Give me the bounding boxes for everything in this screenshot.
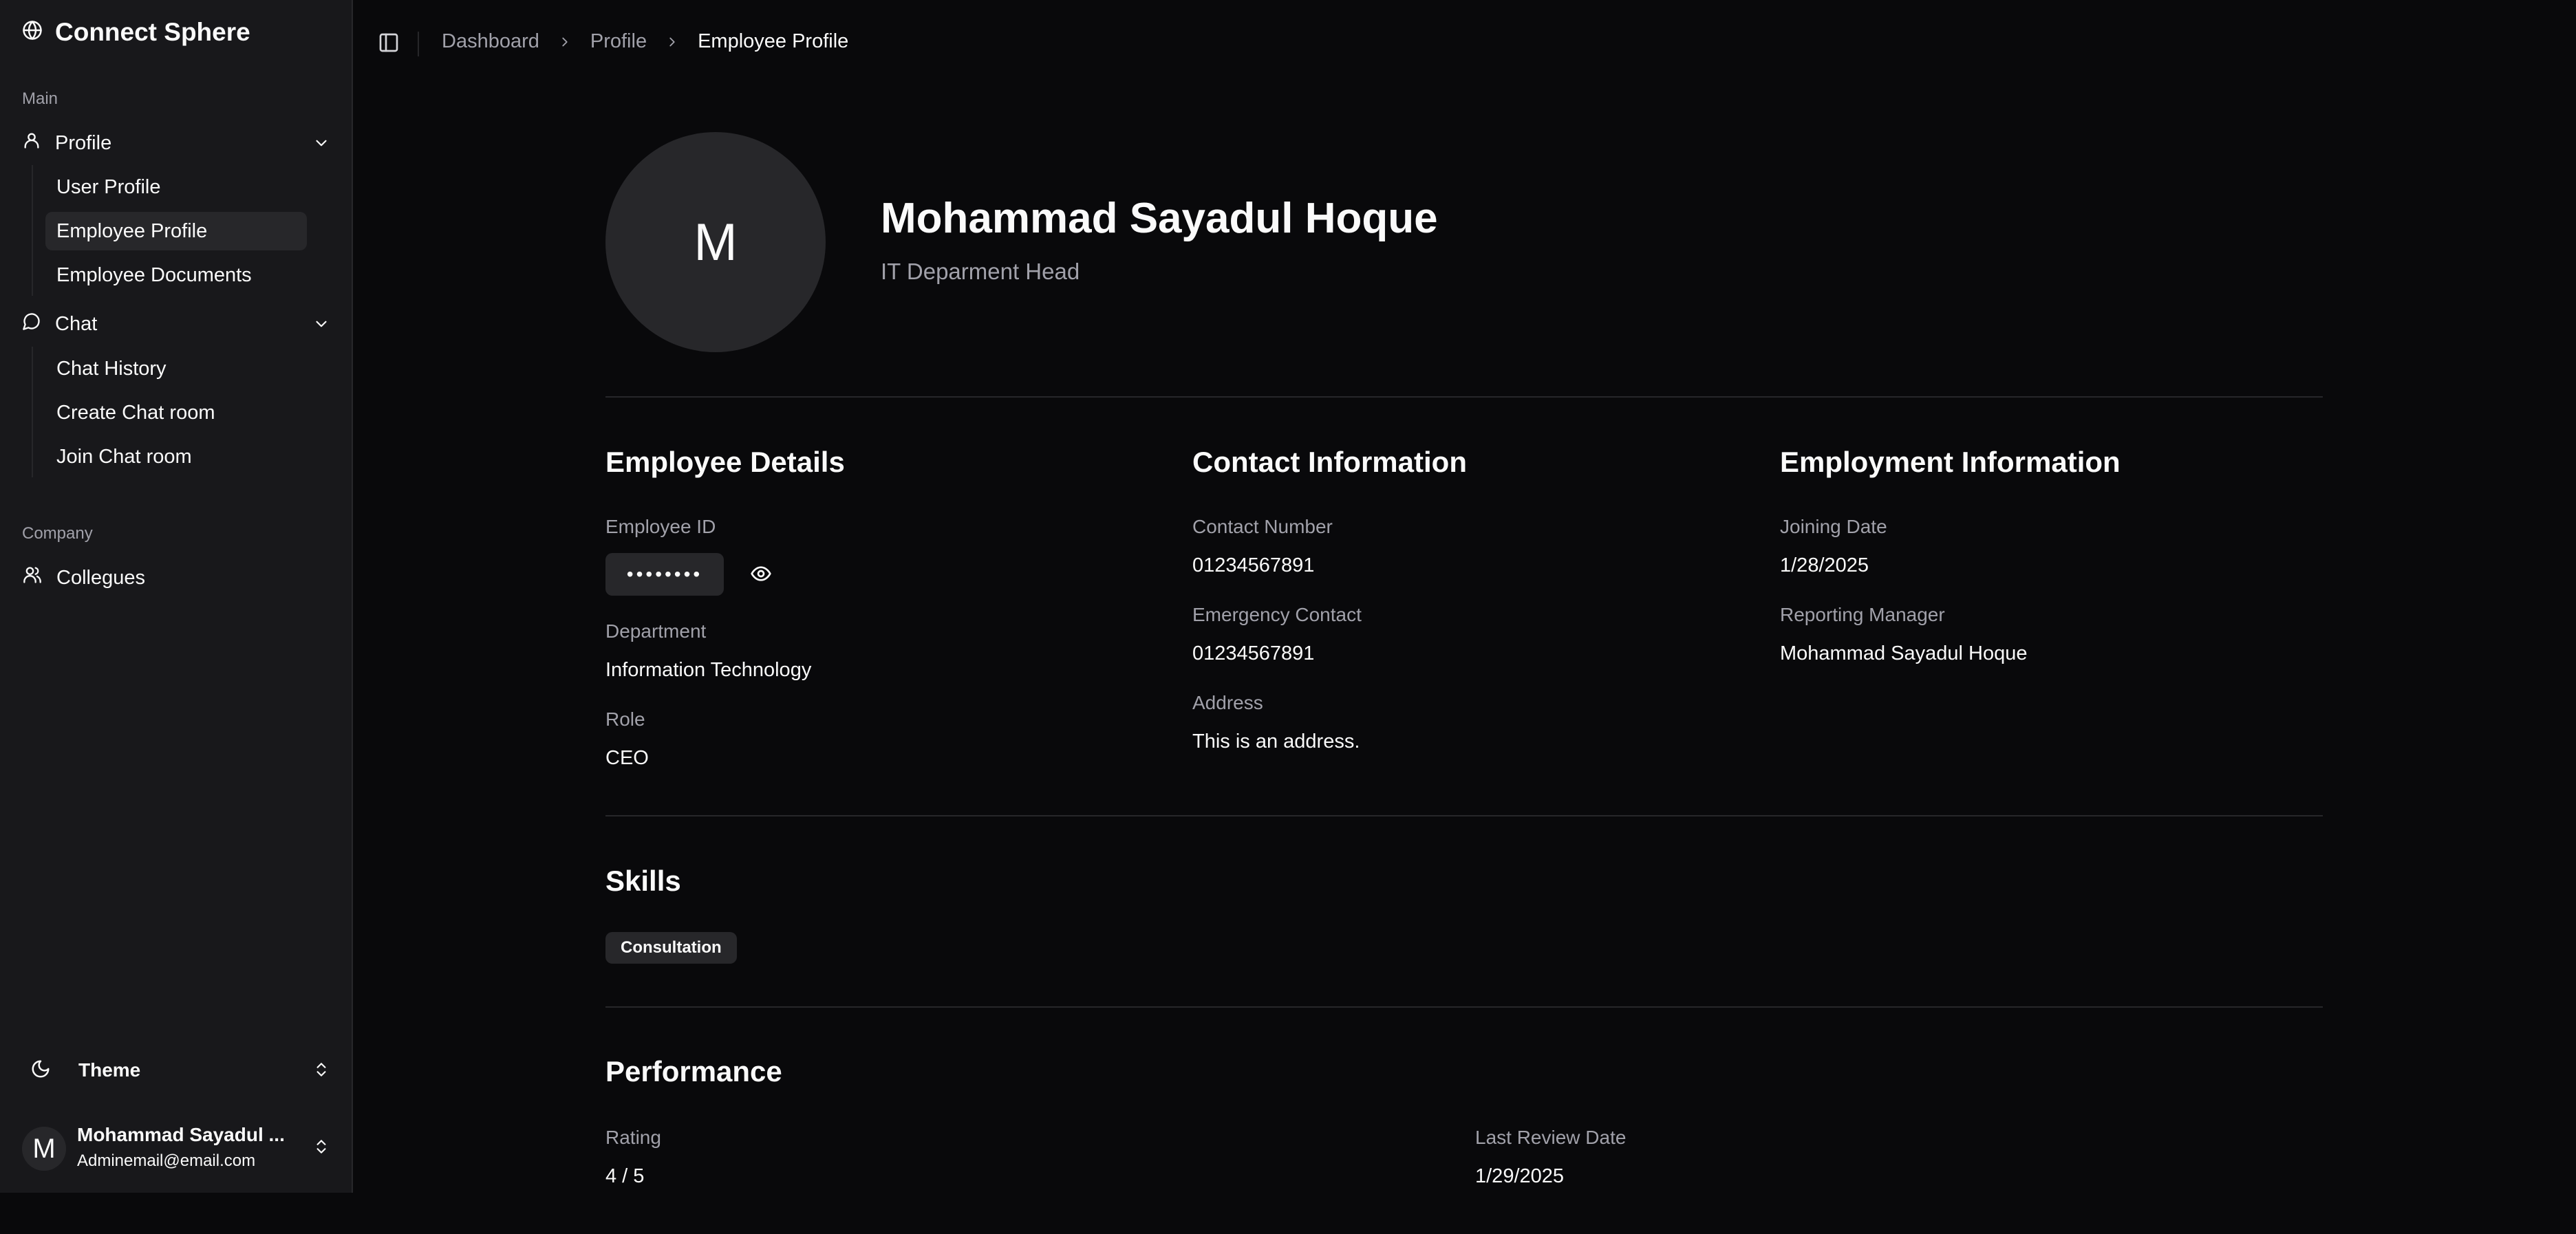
submenu-line [32, 347, 33, 477]
profile-title: IT Deparment Head [881, 259, 1080, 284]
chevron-down-icon [312, 315, 330, 338]
skills-heading: Skills [605, 865, 681, 897]
user-menu[interactable]: M Mohammad Sayadul ... Adminemail@email.… [22, 1123, 330, 1175]
sidebar-item-employee-profile[interactable]: Employee Profile [45, 212, 307, 250]
profile-name: Mohammad Sayadul Hoque [881, 195, 1438, 242]
user-name: Mohammad Sayadul ... [77, 1124, 285, 1145]
employee-id-label: Employee ID [605, 516, 716, 537]
nav-colleagues-label: Collegues [56, 566, 145, 589]
reporting-manager-label: Reporting Manager [1780, 604, 1945, 625]
last-review-date-value: 1/29/2025 [1475, 1165, 1565, 1187]
user-email: Adminemail@email.com [77, 1151, 256, 1170]
skill-badge: Consultation [605, 932, 737, 964]
moon-icon [30, 1059, 51, 1083]
sidebar: Connect Sphere Main Profile User Profile… [0, 0, 353, 1193]
contact-number-label: Contact Number [1192, 516, 1333, 537]
sidebar-toggle-icon[interactable] [378, 32, 400, 57]
nav-profile-label: Profile [55, 131, 112, 154]
nav-chat[interactable]: Chat [22, 306, 330, 342]
role-label: Role [605, 708, 645, 730]
users-icon [22, 565, 43, 590]
sidebar-item-chat-history[interactable]: Chat History [45, 349, 307, 388]
rating-label: Rating [605, 1127, 661, 1148]
theme-label: Theme [78, 1059, 141, 1081]
theme-switcher[interactable]: Theme [22, 1051, 330, 1090]
department-value: Information Technology [605, 659, 812, 681]
sidebar-item-employee-documents[interactable]: Employee Documents [45, 256, 307, 294]
divider [605, 396, 2323, 398]
address-value: This is an address. [1192, 730, 1360, 753]
joining-date-value: 1/28/2025 [1780, 554, 1869, 576]
employee-details-heading: Employee Details [605, 446, 845, 478]
breadcrumb-dashboard[interactable]: Dashboard [442, 30, 539, 53]
chevron-right-icon [557, 34, 572, 50]
avatar: M [22, 1127, 66, 1171]
chevrons-up-down-icon [312, 1136, 330, 1160]
reporting-manager-value: Mohammad Sayadul Hoque [1780, 642, 2028, 664]
sidebar-item-user-profile[interactable]: User Profile [45, 168, 307, 206]
employee-id-masked: •••••••• [605, 553, 724, 596]
nav-colleagues[interactable]: Collegues [22, 560, 330, 596]
employment-information-heading: Employment Information [1780, 446, 2121, 478]
globe-icon [22, 18, 43, 47]
submenu-line [32, 165, 33, 296]
nav-profile[interactable]: Profile [22, 125, 330, 161]
nav-chat-label: Chat [55, 312, 98, 335]
sidebar-item-create-chat-room[interactable]: Create Chat room [45, 393, 307, 432]
emergency-contact-label: Emergency Contact [1192, 604, 1362, 625]
role-value: CEO [605, 747, 649, 769]
sidebar-item-join-chat-room[interactable]: Join Chat room [45, 437, 307, 476]
contact-information-heading: Contact Information [1192, 446, 1467, 478]
profile-avatar: M [605, 132, 826, 352]
profile-content: M Mohammad Sayadul Hoque IT Deparment He… [605, 0, 2323, 1234]
brand[interactable]: Connect Sphere [22, 18, 250, 47]
chat-bubble-icon [22, 312, 41, 336]
contact-number-value: 01234567891 [1192, 554, 1315, 576]
app-root: Connect Sphere Main Profile User Profile… [0, 0, 2576, 1234]
brand-name: Connect Sphere [55, 18, 250, 46]
address-label: Address [1192, 692, 1263, 713]
chevron-down-icon [312, 134, 330, 158]
last-review-date-label: Last Review Date [1475, 1127, 1627, 1148]
joining-date-label: Joining Date [1780, 516, 1887, 537]
performance-heading: Performance [605, 1055, 782, 1087]
emergency-contact-value: 01234567891 [1192, 642, 1315, 664]
group-label-main: Main [22, 89, 58, 108]
eye-icon[interactable] [750, 563, 772, 588]
user-icon [22, 131, 41, 155]
group-label-company: Company [22, 524, 93, 543]
rating-value: 4 / 5 [605, 1165, 645, 1187]
chevrons-up-down-icon [312, 1059, 330, 1083]
divider [605, 1006, 2323, 1008]
divider [605, 815, 2323, 816]
header-divider [418, 32, 419, 56]
department-label: Department [605, 620, 707, 642]
